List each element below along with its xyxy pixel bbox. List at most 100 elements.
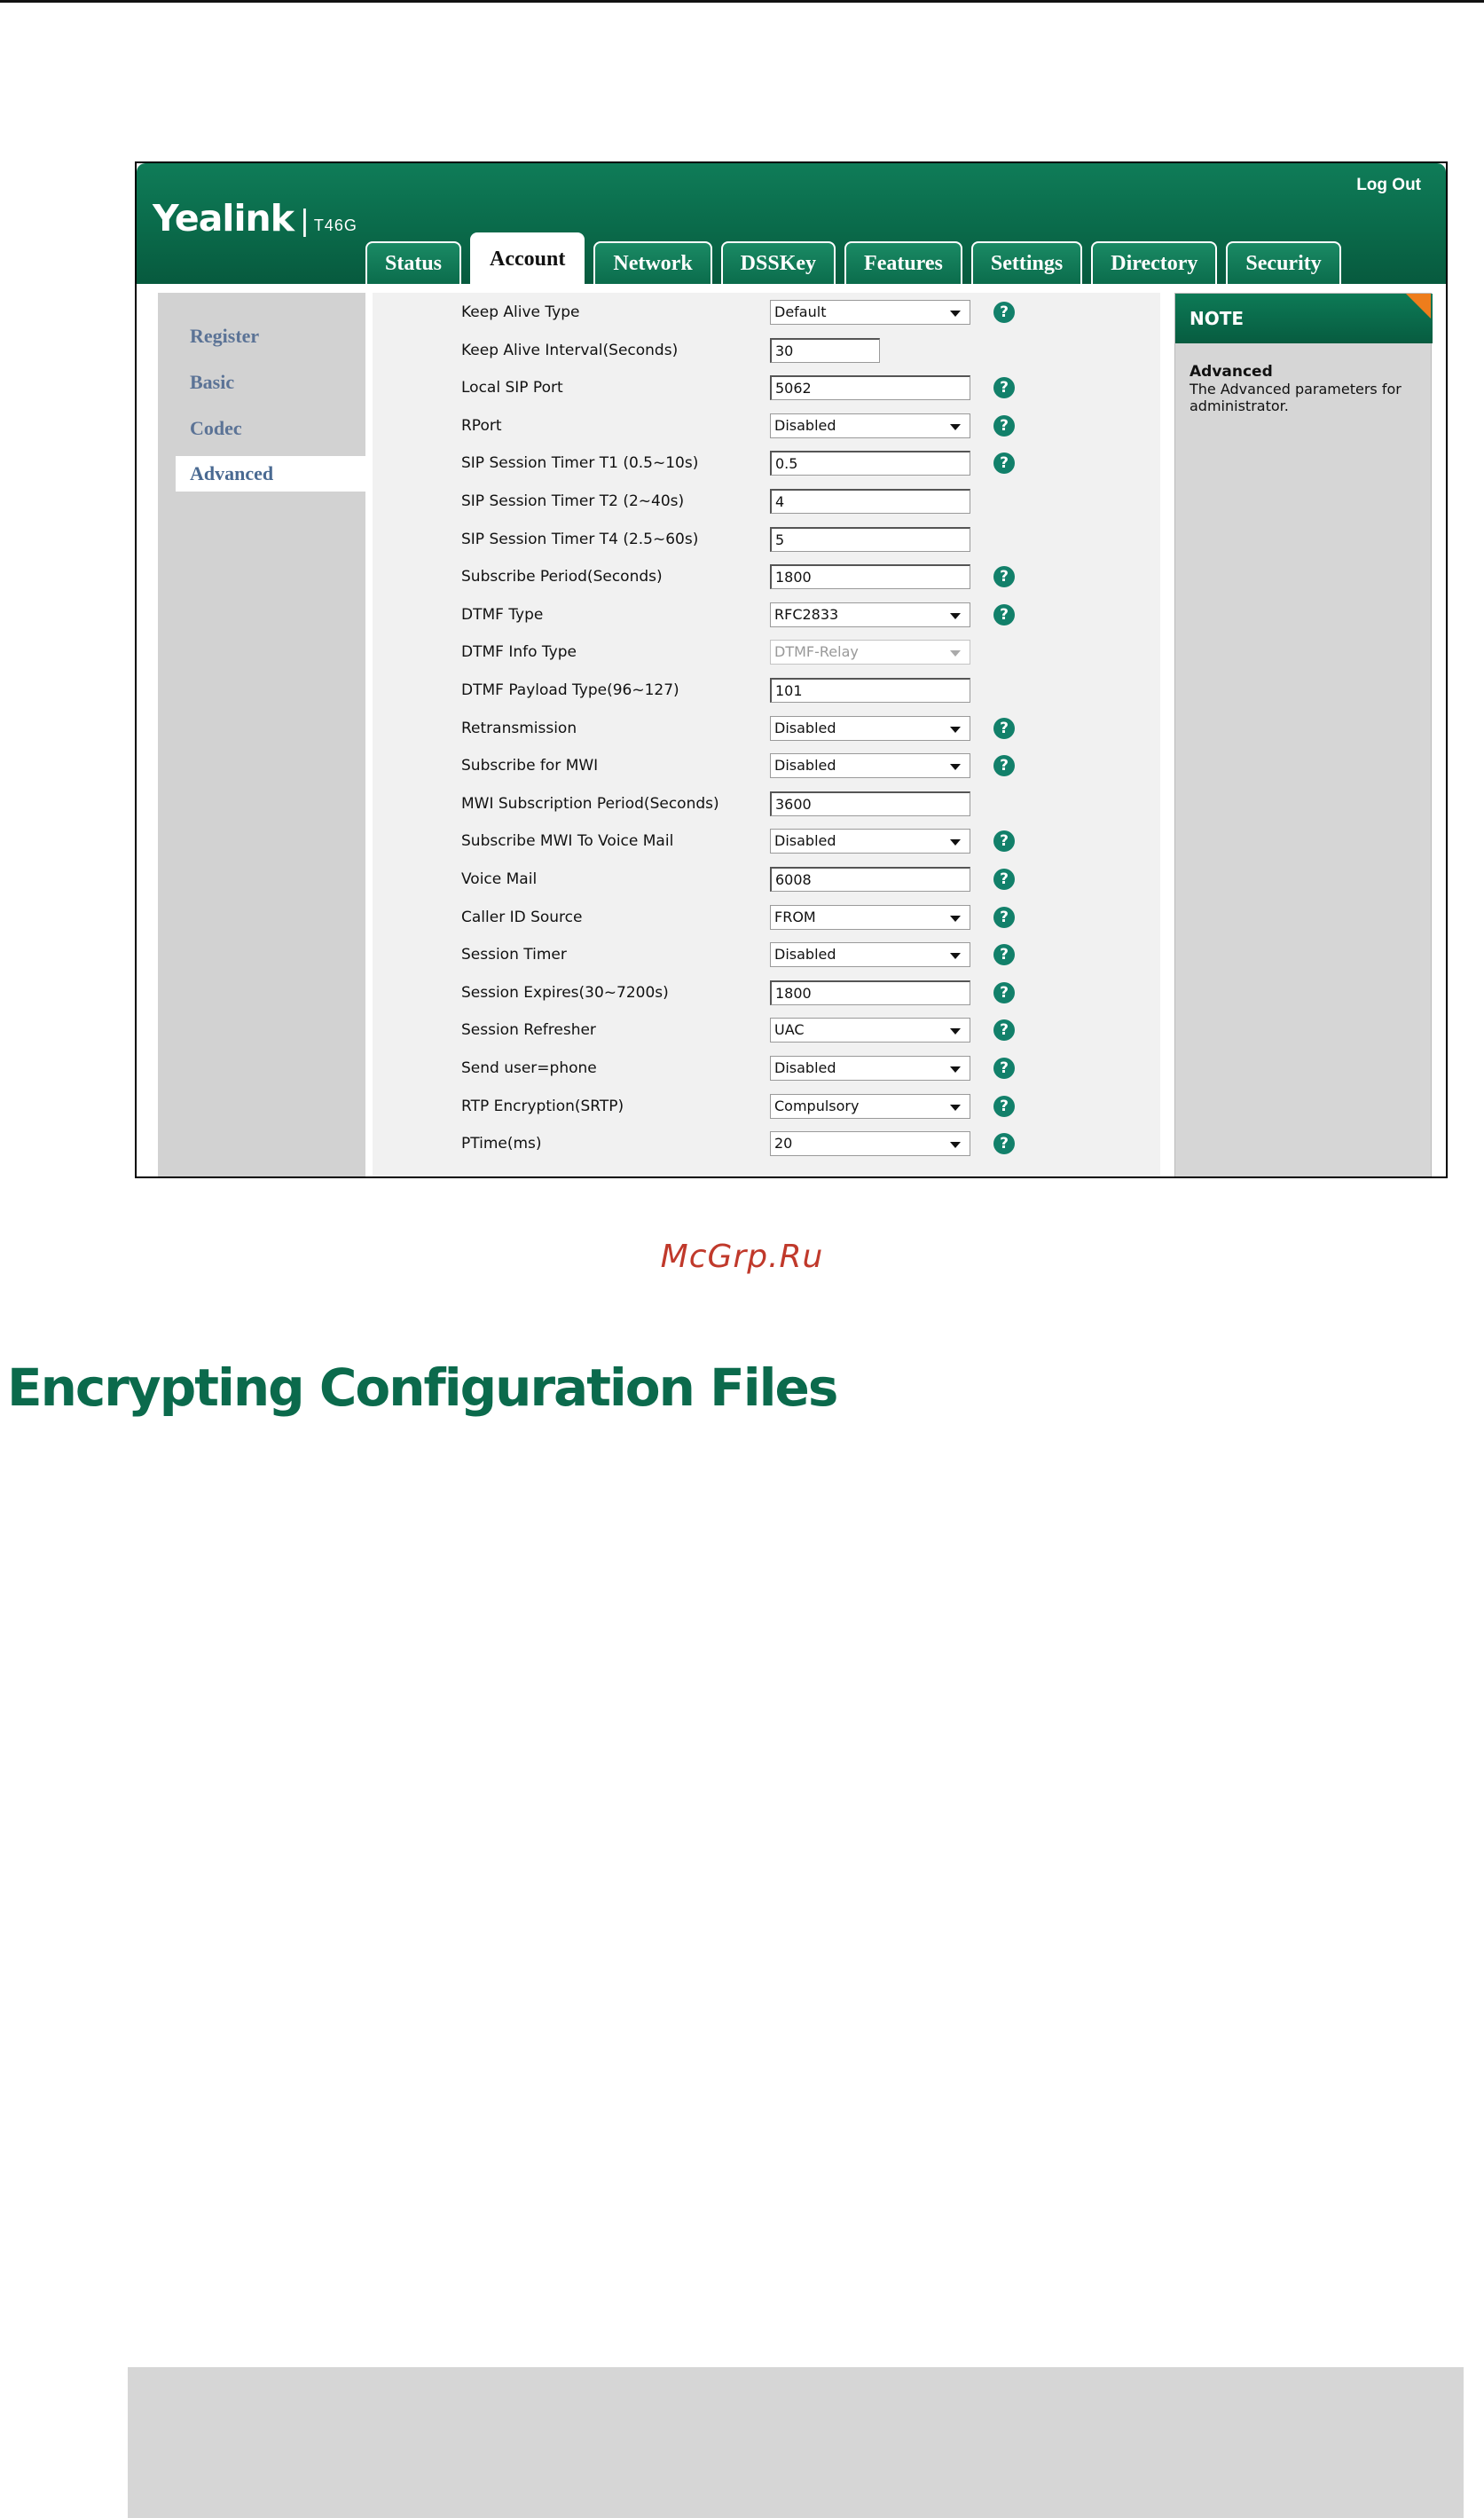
- logo-brand: Yealink: [153, 197, 294, 240]
- field-value: 4: [775, 493, 785, 510]
- form-row: DTMF Payload Type(96~127) 101: [373, 678, 1160, 704]
- help-icon[interactable]: ?: [993, 1133, 1015, 1154]
- tab-status[interactable]: Status: [365, 241, 462, 284]
- dropdown-select[interactable]: Disabled: [770, 753, 970, 778]
- field-value: Disabled: [774, 757, 836, 774]
- field-label: Local SIP Port: [461, 379, 563, 397]
- field-label: Session Expires(30~7200s): [461, 984, 669, 1002]
- yealink-logo: Yealink | T46G: [153, 197, 357, 240]
- chevron-down-icon: [950, 424, 961, 430]
- form-row: Keep Alive Interval(Seconds) 30: [373, 338, 1160, 365]
- help-icon[interactable]: ?: [993, 377, 1015, 398]
- sidebar-item-advanced[interactable]: Advanced: [176, 456, 381, 492]
- form-row: SIP Session Timer T1 (0.5~10s) 0.5?: [373, 451, 1160, 477]
- note-corner-flag: [1406, 294, 1431, 319]
- help-icon[interactable]: ?: [993, 302, 1015, 323]
- footer-gray-box: [128, 2367, 1464, 2518]
- help-icon[interactable]: ?: [993, 604, 1015, 626]
- note-header: NOTE: [1175, 294, 1433, 343]
- field-label: Session Timer: [461, 946, 567, 964]
- help-icon[interactable]: ?: [993, 1096, 1015, 1117]
- field-label: SIP Session Timer T2 (2~40s): [461, 492, 685, 510]
- tab-network[interactable]: Network: [593, 241, 712, 284]
- dropdown-select[interactable]: Disabled: [770, 413, 970, 438]
- dropdown-select[interactable]: 20: [770, 1131, 970, 1156]
- form-row: RPort Disabled?: [373, 413, 1160, 440]
- dropdown-select[interactable]: Disabled: [770, 716, 970, 741]
- dropdown-select[interactable]: Default: [770, 300, 970, 325]
- field-value: Compulsory: [774, 1098, 860, 1114]
- tab-account[interactable]: Account: [470, 232, 585, 284]
- field-value: 0.5: [775, 455, 798, 472]
- form-row: Session Expires(30~7200s) 1800?: [373, 980, 1160, 1007]
- help-icon[interactable]: ?: [993, 452, 1015, 474]
- logo-separator: |: [300, 204, 309, 238]
- text-input[interactable]: 4: [770, 489, 970, 514]
- help-icon[interactable]: ?: [993, 830, 1015, 852]
- form-row: MWI Subscription Period(Seconds) 3600: [373, 791, 1160, 818]
- help-icon[interactable]: ?: [993, 1058, 1015, 1079]
- form-row: Keep Alive Type Default?: [373, 300, 1160, 327]
- field-value: UAC: [774, 1021, 805, 1038]
- text-input[interactable]: 3600: [770, 791, 970, 816]
- dropdown-select[interactable]: Compulsory: [770, 1094, 970, 1119]
- form-row: Caller ID Source FROM?: [373, 905, 1160, 932]
- dropdown-select[interactable]: Disabled: [770, 942, 970, 967]
- form-row: Subscribe Period(Seconds) 1800?: [373, 564, 1160, 591]
- text-input[interactable]: 1800: [770, 980, 970, 1005]
- sidebar-item-codec[interactable]: Codec: [190, 417, 242, 440]
- tab-settings[interactable]: Settings: [970, 241, 1083, 284]
- sidebar: Register Basic Codec Advanced: [158, 293, 381, 1176]
- help-icon[interactable]: ?: [993, 566, 1015, 587]
- field-label: Voice Mail: [461, 870, 538, 888]
- text-input[interactable]: 1800: [770, 564, 970, 589]
- dropdown-select[interactable]: UAC: [770, 1018, 970, 1043]
- help-icon[interactable]: ?: [993, 982, 1015, 1003]
- field-label: Session Refresher: [461, 1021, 596, 1039]
- text-input[interactable]: 5: [770, 527, 970, 552]
- text-input[interactable]: 0.5: [770, 451, 970, 476]
- tab-dsskey[interactable]: DSSKey: [720, 241, 836, 284]
- sidebar-item-basic[interactable]: Basic: [190, 371, 234, 394]
- chevron-down-icon: [950, 916, 961, 922]
- field-label: SIP Session Timer T4 (2.5~60s): [461, 531, 699, 548]
- chevron-down-icon: [950, 727, 961, 733]
- help-icon[interactable]: ?: [993, 718, 1015, 739]
- logout-link[interactable]: Log Out: [1356, 176, 1421, 195]
- chevron-down-icon: [950, 953, 961, 959]
- dropdown-select[interactable]: RFC2833: [770, 602, 970, 627]
- field-label: Keep Alive Type: [461, 303, 580, 321]
- tab-directory[interactable]: Directory: [1091, 241, 1218, 284]
- dropdown-select[interactable]: FROM: [770, 905, 970, 930]
- tab-features[interactable]: Features: [844, 241, 962, 284]
- dropdown-select: DTMF-Relay: [770, 640, 970, 665]
- field-label: Keep Alive Interval(Seconds): [461, 342, 679, 359]
- help-icon[interactable]: ?: [993, 755, 1015, 776]
- text-input[interactable]: 30: [770, 338, 880, 363]
- tab-security[interactable]: Security: [1226, 241, 1341, 284]
- form-row: DTMF Type RFC2833?: [373, 602, 1160, 629]
- help-icon[interactable]: ?: [993, 1019, 1015, 1041]
- help-icon[interactable]: ?: [993, 907, 1015, 928]
- form-row: RTP Encryption(SRTP) Compulsory?: [373, 1094, 1160, 1121]
- field-value: Disabled: [774, 720, 836, 736]
- chevron-down-icon: [950, 1142, 961, 1148]
- help-icon[interactable]: ?: [993, 869, 1015, 890]
- field-label: RPort: [461, 417, 502, 435]
- form-row: Subscribe MWI To Voice Mail Disabled?: [373, 829, 1160, 855]
- sidebar-item-register[interactable]: Register: [190, 325, 259, 348]
- dropdown-select[interactable]: Disabled: [770, 829, 970, 854]
- text-input[interactable]: 5062: [770, 375, 970, 400]
- help-icon[interactable]: ?: [993, 944, 1015, 965]
- form-row: Session Refresher UAC?: [373, 1018, 1160, 1044]
- form-row: PTime(ms) 20?: [373, 1131, 1160, 1158]
- form-row: SIP Session Timer T4 (2.5~60s) 5: [373, 527, 1160, 554]
- help-icon[interactable]: ?: [993, 415, 1015, 437]
- field-value: Default: [774, 303, 827, 320]
- web-ui-screenshot: Yealink | T46G Log Out Status Account Netw…: [135, 161, 1448, 1178]
- text-input[interactable]: 101: [770, 678, 970, 703]
- dropdown-select[interactable]: Disabled: [770, 1056, 970, 1081]
- field-value: 5: [775, 531, 785, 548]
- form-row: Retransmission Disabled?: [373, 716, 1160, 743]
- text-input[interactable]: 6008: [770, 867, 970, 892]
